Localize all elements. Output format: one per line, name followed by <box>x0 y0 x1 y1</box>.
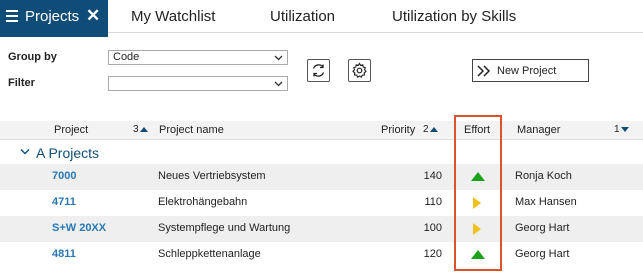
table-row[interactable]: S+W 20XX Systempflege und Wartung 100 Ge… <box>0 216 643 242</box>
close-icon[interactable]: ✕ <box>86 6 100 26</box>
project-priority: 140 <box>423 170 442 182</box>
tab-projects-label: Projects <box>25 8 80 25</box>
project-manager: Ronja Koch <box>515 170 572 182</box>
group-by-select[interactable]: Code <box>108 50 288 65</box>
table-row[interactable]: 4811 Schleppkettenanlage 120 Georg Hart <box>0 242 643 268</box>
column-project-name[interactable]: Project name <box>159 124 224 136</box>
effort-column-highlight <box>454 115 502 271</box>
refresh-icon <box>312 64 325 77</box>
project-priority: 110 <box>424 196 442 208</box>
table-row[interactable]: 7000 Neues Vertriebsystem 140 Ronja Koch <box>0 164 643 190</box>
sort-asc-icon <box>429 126 438 132</box>
menu-icon[interactable] <box>6 10 18 22</box>
chevron-down-icon <box>274 55 283 61</box>
sort-asc-icon <box>139 126 148 132</box>
project-manager: Georg Hart <box>515 248 570 260</box>
project-name: Systempflege und Wartung <box>158 222 291 234</box>
priority-sort-order: 2 <box>423 124 429 135</box>
tab-utilization[interactable]: Utilization <box>270 8 335 25</box>
group-row[interactable]: A Projects <box>0 142 643 164</box>
tab-my-watchlist[interactable]: My Watchlist <box>131 8 215 25</box>
project-sort-indicator: 3 <box>133 124 148 135</box>
column-project[interactable]: Project <box>54 124 88 136</box>
project-priority: 100 <box>423 222 442 234</box>
project-code-link[interactable]: 4811 <box>52 248 76 260</box>
tab-utilization-by-skills[interactable]: Utilization by Skills <box>392 8 516 25</box>
tab-bar: Projects ✕ My Watchlist Utilization Util… <box>0 0 643 37</box>
manager-sort-order: 1 <box>614 124 620 135</box>
project-code-link[interactable]: 7000 <box>52 170 76 182</box>
group-by-label: Group by <box>8 51 57 63</box>
double-chevron-right-icon <box>477 64 491 77</box>
manager-sort-indicator: 1 <box>614 124 629 135</box>
project-code-link[interactable]: 4711 <box>52 196 76 208</box>
settings-button[interactable] <box>348 59 371 82</box>
refresh-button[interactable] <box>307 59 330 82</box>
group-label: A Projects <box>36 145 100 161</box>
priority-sort-indicator: 2 <box>423 124 438 135</box>
project-sort-order: 3 <box>133 124 139 135</box>
new-project-label: New Project <box>497 64 557 77</box>
group-by-value: Code <box>113 51 140 63</box>
column-priority[interactable]: Priority <box>381 124 415 136</box>
project-priority: 120 <box>423 248 442 260</box>
grid-header: Project 3 Project name Priority 2 Effort… <box>0 121 643 140</box>
project-code-link[interactable]: S+W 20XX <box>52 222 106 234</box>
filter-label: Filter <box>8 77 35 89</box>
project-name: Schleppkettenanlage <box>158 248 261 260</box>
sort-desc-icon <box>620 126 629 132</box>
project-manager: Georg Hart <box>515 222 570 234</box>
chevron-down-icon <box>274 81 283 87</box>
new-project-button[interactable]: New Project <box>472 59 589 82</box>
project-name: Neues Vertriebsystem <box>158 170 266 182</box>
tab-projects[interactable]: Projects ✕ <box>0 0 108 37</box>
project-name: Elektrohängebahn <box>158 196 248 208</box>
chevron-down-icon[interactable] <box>20 148 30 156</box>
column-manager[interactable]: Manager <box>517 124 560 136</box>
gear-icon <box>352 62 367 79</box>
table-row[interactable]: 4711 Elektrohängebahn 110 Max Hansen <box>0 190 643 216</box>
filter-select[interactable] <box>108 76 288 91</box>
project-manager: Max Hansen <box>515 196 577 208</box>
